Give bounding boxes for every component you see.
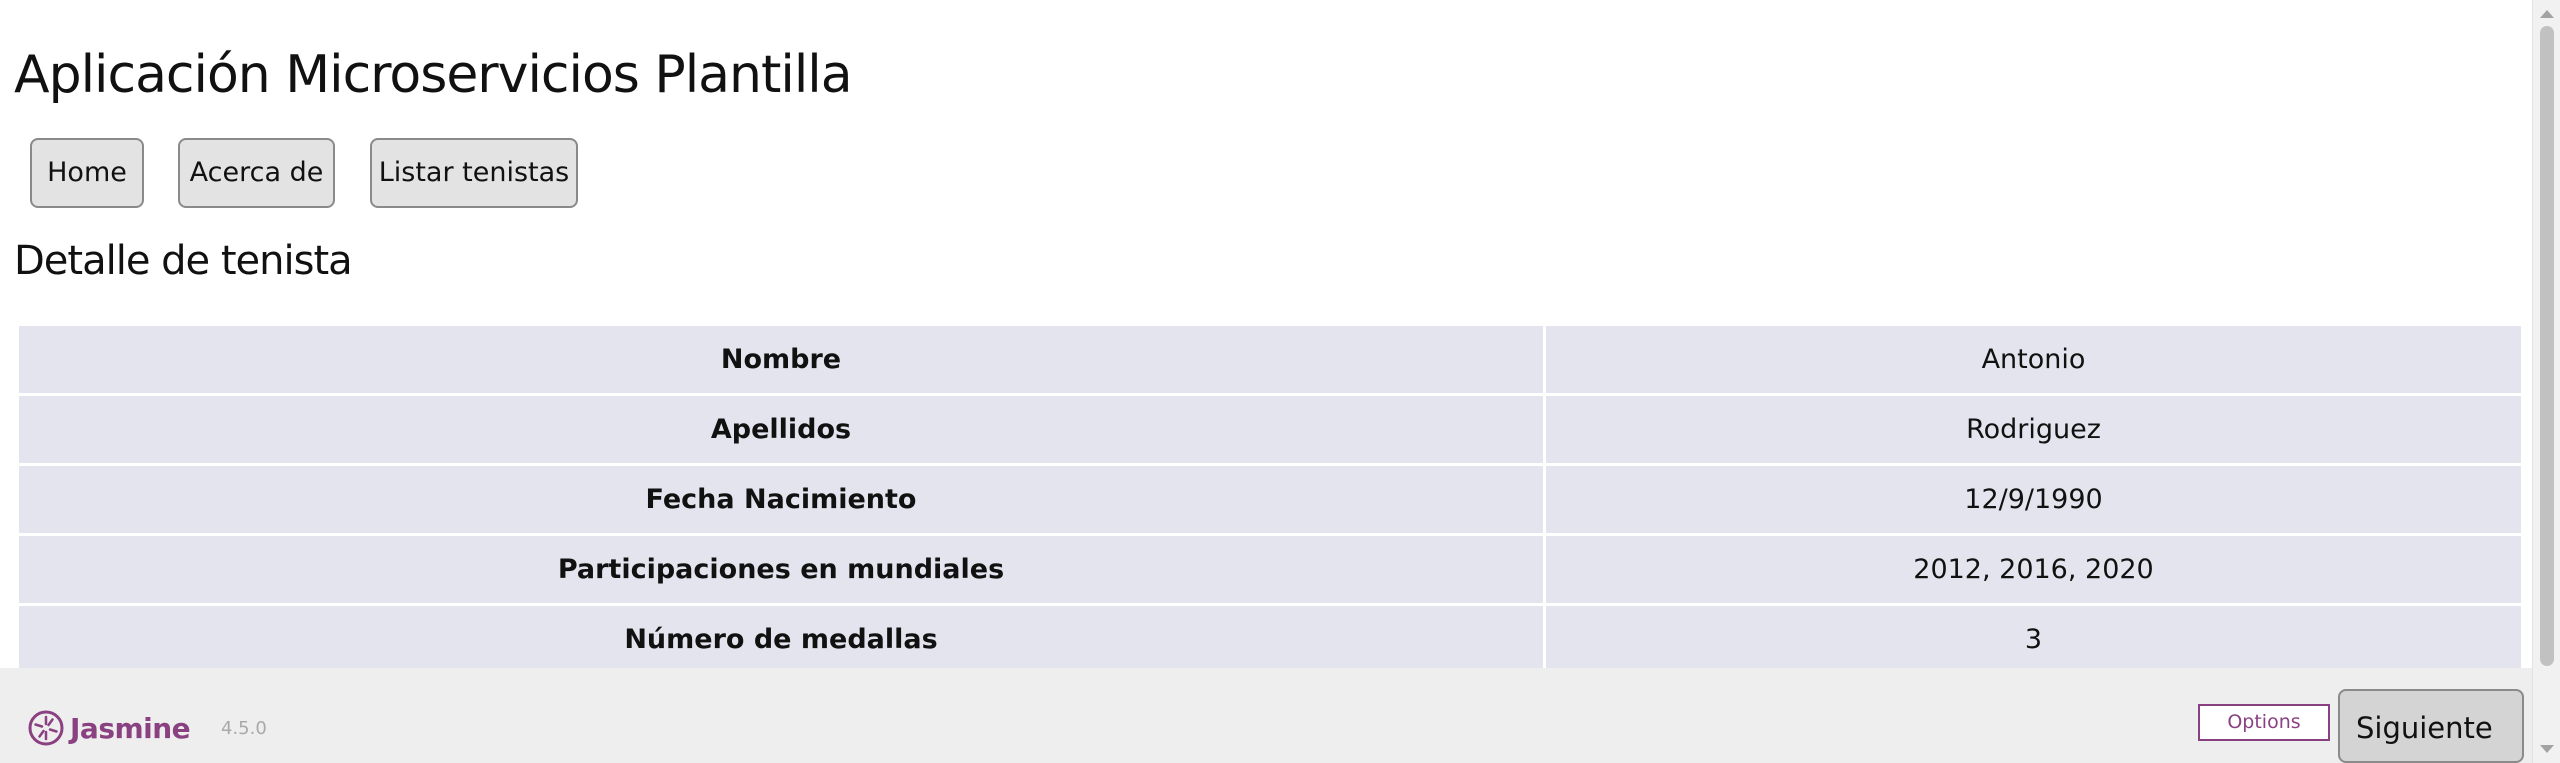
jasmine-brand-text: Jasmine bbox=[70, 711, 191, 745]
options-button[interactable]: Options bbox=[2198, 704, 2330, 741]
jasmine-version: 4.5.0 bbox=[221, 718, 267, 739]
field-value: Rodriguez bbox=[1543, 393, 2524, 466]
field-label: Apellidos bbox=[16, 393, 1546, 466]
field-value: 3 bbox=[1543, 603, 2524, 676]
field-value: 12/9/1990 bbox=[1543, 463, 2524, 536]
jasmine-logo[interactable]: Jasmine bbox=[28, 708, 191, 748]
jasmine-flower-icon bbox=[28, 710, 64, 746]
scroll-up-icon[interactable] bbox=[2540, 10, 2554, 18]
section-title: Detalle de tenista bbox=[14, 238, 353, 284]
vertical-scrollbar[interactable] bbox=[2532, 0, 2560, 763]
scroll-down-icon[interactable] bbox=[2540, 745, 2554, 753]
next-button[interactable]: Siguiente bbox=[2338, 689, 2524, 763]
field-label: Número de medallas bbox=[16, 603, 1546, 676]
table-row: Nombre Antonio bbox=[16, 323, 2524, 396]
field-label: Fecha Nacimiento bbox=[16, 463, 1546, 536]
field-label: Nombre bbox=[16, 323, 1546, 396]
table-row: Fecha Nacimiento 12/9/1990 bbox=[16, 463, 2524, 536]
nav-home-button[interactable]: Home bbox=[30, 138, 144, 208]
field-label: Participaciones en mundiales bbox=[16, 533, 1546, 606]
scrollbar-thumb[interactable] bbox=[2540, 26, 2554, 666]
app-title: Aplicación Microservicios Plantilla bbox=[14, 45, 853, 105]
jasmine-banner: Jasmine 4.5.0 Options Siguiente bbox=[0, 668, 2532, 763]
player-detail-table: Nombre Antonio Apellidos Rodriguez Fecha… bbox=[16, 323, 2524, 676]
nav-about-button[interactable]: Acerca de bbox=[178, 138, 335, 208]
page-viewport: Aplicación Microservicios Plantilla Home… bbox=[0, 0, 2532, 763]
nav-list-players-button[interactable]: Listar tenistas bbox=[370, 138, 578, 208]
table-row: Participaciones en mundiales 2012, 2016,… bbox=[16, 533, 2524, 606]
table-row: Número de medallas 3 bbox=[16, 603, 2524, 676]
field-value: 2012, 2016, 2020 bbox=[1543, 533, 2524, 606]
table-row: Apellidos Rodriguez bbox=[16, 393, 2524, 466]
field-value: Antonio bbox=[1543, 323, 2524, 396]
